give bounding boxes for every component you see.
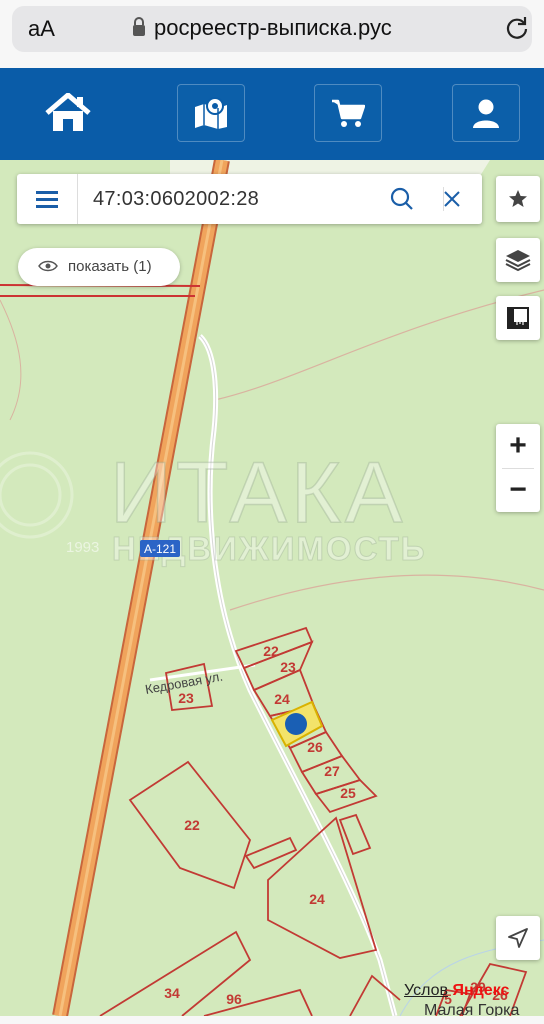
top-navigation [0, 68, 544, 160]
home-button[interactable] [34, 84, 102, 142]
svg-text:24: 24 [309, 891, 325, 907]
reload-icon[interactable] [504, 15, 530, 41]
url-text[interactable]: росреестр-выписка.рус [154, 15, 392, 41]
close-icon[interactable] [439, 186, 465, 212]
svg-text:23: 23 [178, 690, 194, 706]
menu-icon [36, 191, 58, 208]
cart-button[interactable] [314, 84, 382, 142]
home-icon [45, 93, 91, 131]
browser-url-bar: аА росреестр-выписка.рус [0, 0, 544, 68]
svg-text:34: 34 [164, 985, 180, 1001]
location-marker[interactable] [285, 713, 307, 735]
ruler-button[interactable] [496, 296, 540, 340]
text-size-button[interactable]: аА [28, 16, 55, 42]
svg-text:27: 27 [324, 763, 340, 779]
svg-text:26: 26 [307, 739, 323, 755]
favorite-button[interactable] [496, 176, 540, 222]
map-button[interactable] [177, 84, 245, 142]
zoom-out-button[interactable]: − [496, 468, 540, 512]
zoom-control: + − [496, 424, 540, 512]
search-bar: 47:03:0602002:28 [17, 174, 482, 224]
svg-text:23: 23 [280, 659, 296, 675]
navigation-arrow-icon [508, 928, 528, 948]
svg-text:96: 96 [226, 991, 242, 1007]
eye-icon [38, 260, 58, 272]
layers-button[interactable] [496, 238, 540, 282]
user-icon [473, 99, 499, 128]
bottom-bar [0, 1016, 544, 1024]
search-icon[interactable] [389, 186, 415, 212]
map-attribution[interactable]: Услов Яндекс [404, 982, 509, 1000]
cart-icon [332, 99, 365, 127]
watermark-year: 1993 [66, 539, 99, 556]
show-results-toggle[interactable]: показать (1) [18, 248, 180, 286]
zoom-in-button[interactable]: + [496, 424, 540, 468]
yandex-logo[interactable]: Яндекс [452, 982, 509, 999]
ruler-icon [507, 307, 529, 329]
watermark-brand: ИТАКА [110, 445, 406, 541]
terms-link[interactable]: Услов [404, 982, 448, 999]
profile-button[interactable] [452, 84, 520, 142]
svg-text:22: 22 [263, 643, 279, 659]
cadastral-map[interactable]: ИТАКА 1993 НЕДВИЖИМОСТЬ А-121 22 23 24 2… [0, 160, 544, 1016]
svg-text:25: 25 [340, 785, 356, 801]
show-results-label: показать (1) [68, 258, 152, 275]
geolocation-button[interactable] [496, 916, 540, 960]
svg-text:24: 24 [274, 691, 290, 707]
search-input[interactable]: 47:03:0602002:28 [93, 188, 259, 211]
star-icon [509, 190, 527, 207]
menu-button[interactable] [17, 174, 78, 224]
lock-icon [133, 17, 145, 36]
layers-icon [505, 250, 531, 272]
svg-text:22: 22 [184, 817, 200, 833]
map-pin-icon [195, 97, 227, 129]
road-label: А-121 [144, 542, 176, 556]
